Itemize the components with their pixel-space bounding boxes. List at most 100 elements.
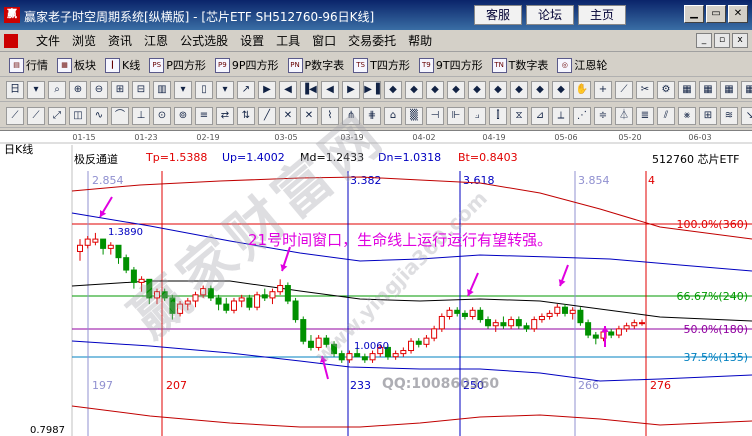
mdi-close-icon[interactable]: x — [732, 33, 748, 48]
drawing-tool-icon[interactable]: ⚙ — [657, 81, 675, 99]
menu-item[interactable]: 窗口 — [306, 33, 342, 49]
drawing-tool-icon[interactable]: ▦ — [678, 81, 696, 99]
drawing-tool-icon[interactable]: ◆ — [384, 81, 402, 99]
drawing-tool-icon[interactable]: ◆ — [405, 81, 423, 99]
analysis-tool-icon[interactable]: ⊩ — [447, 107, 465, 125]
menu-item[interactable]: 资讯 — [102, 33, 138, 49]
toolbar-button[interactable]: TS T四方形 — [350, 56, 413, 74]
analysis-tool-icon[interactable]: ⌒ — [111, 107, 129, 125]
drawing-tool-icon[interactable]: ◆ — [426, 81, 444, 99]
drawing-tool-icon[interactable]: ▦ — [699, 81, 717, 99]
toolbar-button[interactable]: P9 9P四方形 — [212, 56, 282, 74]
drawing-tool-icon[interactable]: ✂ — [636, 81, 654, 99]
drawing-tool-icon[interactable]: ▶ — [258, 81, 276, 99]
menu-item[interactable]: 江恩 — [138, 33, 174, 49]
analysis-tool-icon[interactable]: ⟓ — [468, 107, 486, 125]
menu-item[interactable]: 设置 — [234, 33, 270, 49]
drawing-tool-icon[interactable]: ▦ — [741, 81, 752, 99]
analysis-tool-icon[interactable]: ⫽ — [657, 107, 675, 125]
drawing-tool-icon[interactable]: ⌕ — [48, 81, 66, 99]
drawing-tool-icon[interactable]: ◀ — [321, 81, 339, 99]
drawing-tool-icon[interactable]: 日 — [6, 81, 24, 99]
drawing-tool-icon[interactable]: ⊖ — [90, 81, 108, 99]
menu-item[interactable]: 文件 — [30, 33, 66, 49]
analysis-tool-icon[interactable]: ◫ — [69, 107, 87, 125]
analysis-tool-icon[interactable]: ⇅ — [237, 107, 255, 125]
analysis-tool-icon[interactable]: ⊣ — [426, 107, 444, 125]
analysis-tool-icon[interactable]: ⊙ — [153, 107, 171, 125]
analysis-tool-icon[interactable]: ≋ — [720, 107, 738, 125]
analysis-tool-icon[interactable]: ⊚ — [174, 107, 192, 125]
close-icon[interactable]: ✕ — [728, 5, 748, 23]
toolbar-button[interactable]: ┃ K线 — [102, 56, 143, 74]
analysis-tool-icon[interactable]: ≣ — [636, 107, 654, 125]
toolbar-button[interactable]: PN P数字表 — [285, 56, 348, 74]
service-link[interactable]: 客服 — [474, 5, 522, 25]
toolbar-button[interactable]: T9 9T四方形 — [416, 56, 486, 74]
drawing-tool-icon[interactable]: ▦ — [720, 81, 738, 99]
menu-item[interactable]: 工具 — [270, 33, 306, 49]
drawing-tool-icon[interactable]: ⊞ — [111, 81, 129, 99]
drawing-tool-icon[interactable]: + — [594, 81, 612, 99]
drawing-tool-icon[interactable]: ▾ — [174, 81, 192, 99]
analysis-tool-icon[interactable]: ⟋ — [6, 107, 24, 125]
analysis-tool-icon[interactable]: ▒ — [405, 107, 423, 125]
menu-item[interactable]: 交易委托 — [342, 33, 402, 49]
analysis-tool-icon[interactable]: ∿ — [90, 107, 108, 125]
analysis-tool-icon[interactable]: ⊥ — [132, 107, 150, 125]
drawing-tool-icon[interactable]: ⟋ — [615, 81, 633, 99]
toolbar-button[interactable]: ▦ 板块 — [54, 56, 99, 74]
analysis-tool-icon[interactable]: ⤢ — [48, 107, 66, 125]
analysis-tool-icon[interactable]: ⏃ — [615, 107, 633, 125]
drawing-tool-icon[interactable]: ◆ — [510, 81, 528, 99]
homepage-link[interactable]: 主页 — [578, 5, 626, 25]
minimize-icon[interactable]: ▁ — [684, 5, 704, 23]
toolbar-button[interactable]: PS P四方形 — [146, 56, 209, 74]
menu-item[interactable]: 帮助 — [402, 33, 438, 49]
drawing-tool-icon[interactable]: ✋ — [573, 81, 591, 99]
analysis-tool-icon[interactable]: ⟋ — [27, 107, 45, 125]
toolbar-button[interactable]: TN T数字表 — [489, 56, 552, 74]
kline-chart-panel[interactable]: 01-15 01-23 02-19 03-05 03-19 04-02 04-19 05-06… — [0, 102, 752, 436]
forum-link[interactable]: 论坛 — [526, 5, 574, 25]
analysis-tool-icon[interactable]: ⫿ — [489, 107, 507, 125]
analysis-tool-icon[interactable]: ⇄ — [216, 107, 234, 125]
analysis-tool-icon[interactable]: ⟂ — [552, 107, 570, 125]
menu-item[interactable]: 公式选股 — [174, 33, 234, 49]
toolbar-button[interactable]: ▤ 行情 — [6, 56, 51, 74]
analysis-tool-icon[interactable]: ↘ — [741, 107, 752, 125]
mdi-restore-icon[interactable]: ▫ — [714, 33, 730, 48]
analysis-tool-icon[interactable]: ⋰ — [573, 107, 591, 125]
drawing-tool-icon[interactable]: ◆ — [531, 81, 549, 99]
drawing-tool-icon[interactable]: ▯ — [195, 81, 213, 99]
mdi-minimize-icon[interactable]: _ — [696, 33, 712, 48]
analysis-tool-icon[interactable]: ╱ — [258, 107, 276, 125]
drawing-tool-icon[interactable]: ◆ — [552, 81, 570, 99]
analysis-tool-icon[interactable]: ⨳ — [678, 107, 696, 125]
analysis-tool-icon[interactable]: ⌂ — [384, 107, 402, 125]
candle-body — [269, 291, 276, 299]
analysis-tool-icon[interactable]: ⊞ — [699, 107, 717, 125]
drawing-tool-icon[interactable]: ▶▐ — [363, 81, 381, 99]
analysis-tool-icon[interactable]: ≡ — [195, 107, 213, 125]
document-icon[interactable] — [4, 34, 18, 48]
menu-item[interactable]: 浏览 — [66, 33, 102, 49]
restore-icon[interactable]: ▭ — [706, 5, 726, 23]
drawing-tool-icon[interactable]: ◆ — [468, 81, 486, 99]
analysis-tool-icon[interactable]: ≑ — [594, 107, 612, 125]
drawing-tool-icon[interactable]: ◀ — [279, 81, 297, 99]
drawing-tool-icon[interactable]: ▐◀ — [300, 81, 318, 99]
analysis-tool-icon[interactable]: ⊿ — [531, 107, 549, 125]
drawing-tool-icon[interactable]: ▾ — [216, 81, 234, 99]
drawing-tool-icon[interactable]: ◆ — [489, 81, 507, 99]
toolbar-button[interactable]: ◎ 江恩轮 — [554, 56, 610, 74]
drawing-tool-icon[interactable]: ▥ — [153, 81, 171, 99]
drawing-tool-icon[interactable]: ⊟ — [132, 81, 150, 99]
analysis-tool-icon[interactable]: ⧖ — [510, 107, 528, 125]
toolbar-button-label: K线 — [122, 59, 141, 72]
drawing-tool-icon[interactable]: ↗ — [237, 81, 255, 99]
drawing-tool-icon[interactable]: ⊕ — [69, 81, 87, 99]
analysis-tool-icon[interactable]: ✕ — [279, 107, 297, 125]
drawing-tool-icon[interactable]: ▾ — [27, 81, 45, 99]
drawing-tool-icon[interactable]: ◆ — [447, 81, 465, 99]
